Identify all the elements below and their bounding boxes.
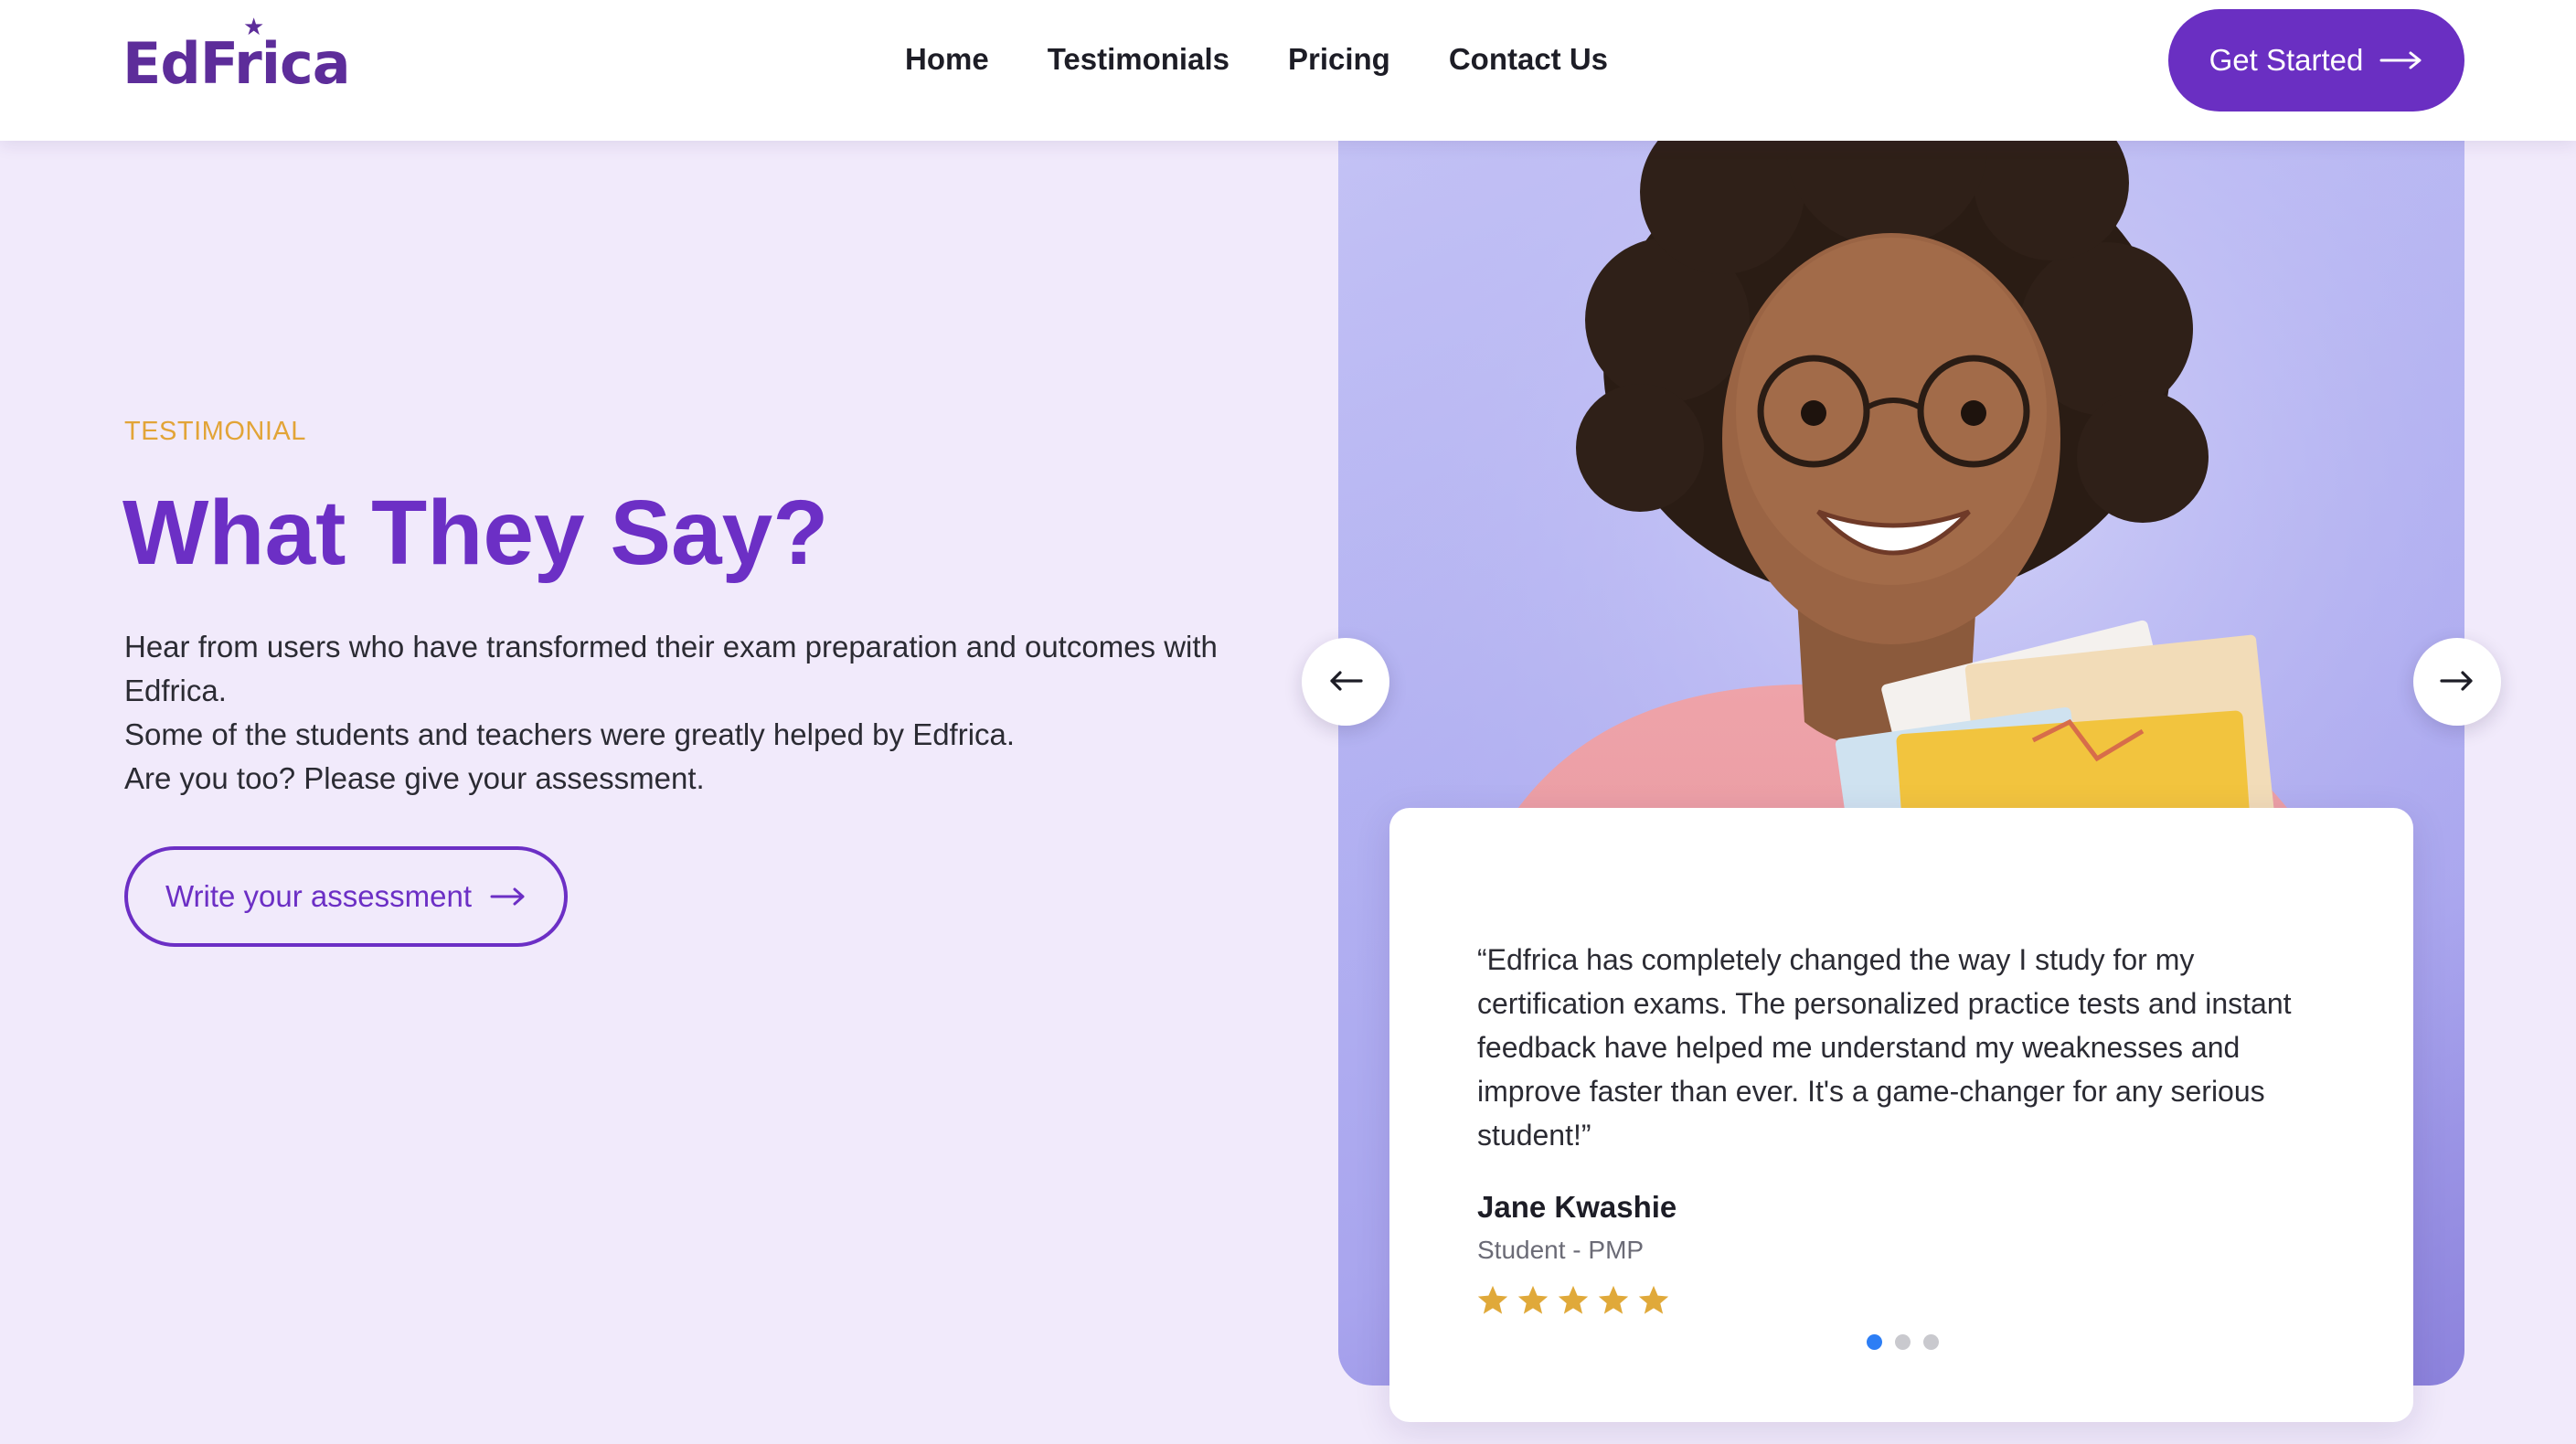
main-nav: Home Testimonials Pricing Contact Us [905, 0, 1608, 119]
get-started-label: Get Started [2209, 43, 2364, 77]
carousel-dot[interactable] [1895, 1334, 1911, 1350]
nav-item-testimonials[interactable]: Testimonials [1048, 42, 1229, 77]
star-icon [1558, 1285, 1589, 1314]
rating-stars [1475, 1283, 1671, 1318]
nav-item-contact-us[interactable]: Contact Us [1449, 42, 1608, 77]
carousel-next-button[interactable] [2413, 638, 2501, 726]
arrow-right-icon [2440, 670, 2475, 695]
star-icon [1598, 1285, 1629, 1314]
testimonial-role: Student - PMP [1477, 1236, 1645, 1264]
carousel-dot[interactable] [1867, 1334, 1882, 1350]
testimonial-card: “Edfrica has completely changed the way … [1389, 808, 2413, 1422]
arrow-left-icon [1328, 670, 1363, 695]
carousel-pagination [1867, 1334, 1939, 1350]
testimonial-author: Jane Kwashie [1477, 1190, 1677, 1224]
brand-logo[interactable]: EdFrica ★ [122, 15, 351, 101]
arrow-right-icon [490, 879, 527, 914]
testimonial-quote: “Edfrica has completely changed the way … [1477, 943, 2292, 1152]
arrow-right-icon [2379, 43, 2423, 78]
section-heading: What They Say? [122, 482, 829, 584]
section-description: Hear from users who have transformed the… [124, 625, 1221, 801]
carousel-dot[interactable] [1923, 1334, 1939, 1350]
section-eyebrow: TESTIMONIAL [124, 417, 306, 446]
logo-star-icon: ★ [243, 13, 265, 40]
site-header: EdFrica ★ Home Testimonials Pricing Cont… [0, 0, 2576, 141]
carousel-prev-button[interactable] [1302, 638, 1389, 726]
description-line: Hear from users who have transformed the… [124, 630, 1218, 707]
star-icon [1517, 1285, 1549, 1314]
star-icon [1477, 1285, 1508, 1314]
nav-item-pricing[interactable]: Pricing [1288, 42, 1390, 77]
write-assessment-label: Write your assessment [165, 879, 472, 913]
description-line: Some of the students and teachers were g… [124, 717, 1016, 751]
get-started-button[interactable]: Get Started [2168, 9, 2464, 111]
nav-item-home[interactable]: Home [905, 42, 989, 77]
description-line: Are you too? Please give your assessment… [124, 761, 705, 795]
write-assessment-button[interactable]: Write your assessment [124, 846, 568, 947]
star-icon [1638, 1285, 1669, 1314]
brand-name: EdFrica [122, 30, 351, 97]
